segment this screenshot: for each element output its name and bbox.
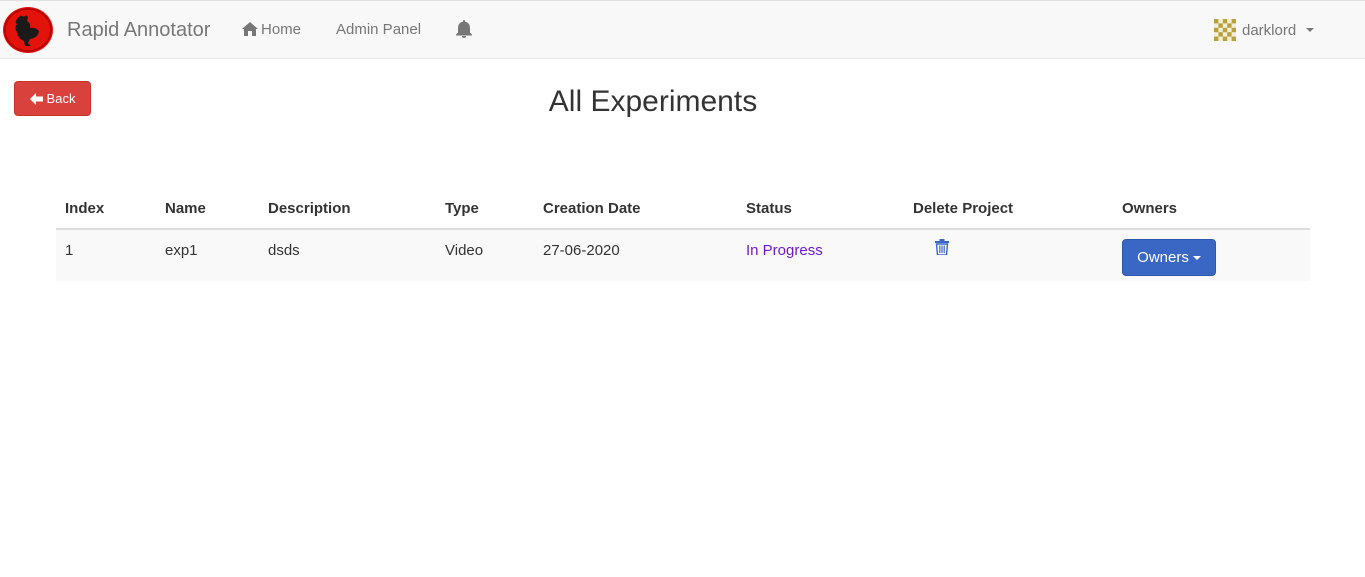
nav-home-label: Home xyxy=(261,21,302,38)
cell-type: Video xyxy=(436,229,534,281)
cell-status: In Progress xyxy=(737,229,904,281)
caret-down-icon xyxy=(1306,28,1315,32)
user-menu[interactable]: darklord xyxy=(1214,19,1315,41)
brand-name[interactable]: Rapid Annotator xyxy=(67,19,210,42)
owners-dropdown-button[interactable]: Owners xyxy=(1122,239,1216,276)
cell-name: exp1 xyxy=(156,229,259,281)
nav-home[interactable]: Home xyxy=(242,21,301,38)
header-owners: Owners xyxy=(1113,188,1310,230)
cell-owners: Owners xyxy=(1113,229,1310,281)
table-header-row: Index Name Description Type Creation Dat… xyxy=(56,188,1310,230)
rooster-logo[interactable] xyxy=(2,6,54,54)
experiments-table: Index Name Description Type Creation Dat… xyxy=(56,188,1310,281)
header-description: Description xyxy=(259,188,436,230)
delete-project-button[interactable] xyxy=(935,239,949,259)
nav-admin-panel[interactable]: Admin Panel xyxy=(336,21,421,38)
nav-admin-panel-label: Admin Panel xyxy=(336,21,422,38)
navbar: Rapid Annotator Home Admin Panel darklor… xyxy=(0,0,1365,59)
cell-delete xyxy=(904,229,1113,281)
notifications-button[interactable] xyxy=(456,20,472,38)
header-index: Index xyxy=(56,188,156,230)
header-type: Type xyxy=(436,188,534,230)
cell-index: 1 xyxy=(56,229,156,281)
header-name: Name xyxy=(156,188,259,230)
bell-icon xyxy=(456,20,472,38)
cell-creation-date: 27-06-2020 xyxy=(534,229,737,281)
username: darklord xyxy=(1242,21,1297,39)
trash-icon xyxy=(935,239,949,256)
header-status: Status xyxy=(737,188,904,230)
table-row: 1 exp1 dsds Video 27-06-2020 In Progress xyxy=(56,229,1310,281)
status-badge: In Progress xyxy=(746,242,823,259)
caret-down-icon xyxy=(1192,255,1201,260)
cell-description: dsds xyxy=(259,229,436,281)
header-delete-project: Delete Project xyxy=(904,188,1113,230)
identicon-avatar xyxy=(1214,19,1236,41)
home-icon xyxy=(242,22,258,36)
owners-button-label: Owners xyxy=(1137,249,1189,266)
header-creation-date: Creation Date xyxy=(534,188,737,230)
page-title: All Experiments xyxy=(548,85,758,118)
